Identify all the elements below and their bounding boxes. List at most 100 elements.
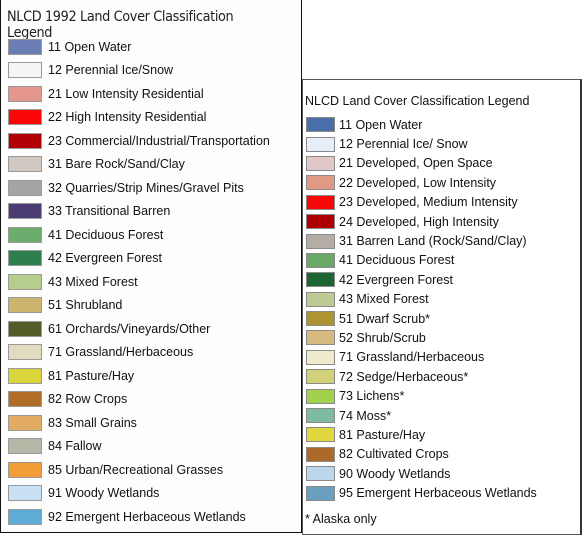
color-swatch [306,155,335,171]
legend-item-label: 82 Cultivated Crops [339,447,449,462]
legend-item: 90 Woody Wetlands [306,464,537,483]
legend-1992-list: 11 Open Water 12 Perennial Ice/Snow 21 Low… [8,35,270,529]
color-swatch [8,38,42,55]
legend-item-label: 51 Dwarf Scrub* [339,311,431,326]
legend-item-label: 42 Evergreen Forest [48,251,162,266]
legend-item-label: 11 Open Water [48,39,132,54]
legend-item: 22 Developed, Low Intensity [306,173,537,192]
legend-item-label: 24 Developed, High Intensity [339,214,499,229]
legend-item: 43 Mixed Forest [306,290,537,309]
legend-item: 71 Grassland/Herbaceous [8,341,270,365]
color-swatch [8,508,42,525]
color-swatch [306,175,335,191]
legend-item-label: 51 Shrubland [48,298,123,313]
legend-item: 82 Row Crops [8,388,270,412]
legend-item-label: 81 Pasture/Hay [339,427,426,442]
color-swatch [8,367,42,384]
legend-item: 42 Evergreen Forest [306,270,537,289]
alaska-footnote: * Alaska only [305,512,377,526]
legend-item: 72 Sedge/Herbaceous* [306,367,537,386]
legend-item: 32 Quarries/Strip Mines/Gravel Pits [8,176,270,200]
legend-item-label: 72 Sedge/Herbaceous* [339,369,469,384]
legend-item: 43 Mixed Forest [8,270,270,294]
legend-item-label: 12 Perennial Ice/Snow [48,63,174,78]
color-swatch [306,272,335,288]
legend-item: 85 Urban/Recreational Grasses [8,458,270,482]
legend-item: 41 Deciduous Forest [306,251,537,270]
color-swatch [306,388,335,404]
legend-item: 81 Pasture/Hay [306,425,537,444]
color-swatch [306,252,335,268]
legend-item-label: 90 Woody Wetlands [339,466,451,481]
legend-item-label: 95 Emergent Herbaceous Wetlands [339,486,537,501]
color-swatch [306,311,335,327]
legend-item: 51 Shrubland [8,294,270,318]
legend-item-label: 71 Grassland/Herbaceous [48,345,194,360]
legend-item: 23 Developed, Medium Intensity [306,193,537,212]
color-swatch [306,117,335,133]
legend-item-label: 91 Woody Wetlands [48,486,160,501]
legend-item: 82 Cultivated Crops [306,445,537,464]
color-swatch [8,485,42,502]
color-swatch [306,291,335,307]
legend-item-label: 43 Mixed Forest [339,292,429,307]
legend-item-label: 84 Fallow [48,439,102,454]
legend-item-label: 71 Grassland/Herbaceous [339,350,485,365]
legend-item: 83 Small Grains [8,411,270,435]
legend-item-label: 61 Orchards/Vineyards/Other [48,321,211,336]
legend-item: 33 Transitional Barren [8,200,270,224]
color-swatch [306,233,335,249]
legend-item-label: 41 Deciduous Forest [339,253,455,268]
legend-item-label: 83 Small Grains [48,415,137,430]
legend-item: 81 Pasture/Hay [8,364,270,388]
legend-item: 23 Commercial/Industrial/Transportation [8,129,270,153]
legend-item: 11 Open Water [8,35,270,59]
color-swatch [306,408,335,424]
legend-item-label: 11 Open Water [339,117,423,132]
legend-item: 12 Perennial Ice/Snow [8,59,270,83]
legend-item: 21 Low Intensity Residential [8,82,270,106]
legend-item: 51 Dwarf Scrub* [306,309,537,328]
legend-item: 31 Barren Land (Rock/Sand/Clay) [306,231,537,250]
legend-item-label: 85 Urban/Recreational Grasses [48,462,224,477]
legend-1992-panel: NLCD 1992 Land Cover Classification Lege… [0,0,302,533]
color-swatch [8,250,42,267]
legend-item-label: 73 Lichens* [339,389,405,404]
legend-item: 74 Moss* [306,406,537,425]
legend-item-label: 32 Quarries/Strip Mines/Gravel Pits [48,180,244,195]
color-swatch [8,344,42,361]
legend-current-title: NLCD Land Cover Classification Legend [305,94,530,108]
legend-item: 21 Developed, Open Space [306,154,537,173]
legend-item-label: 23 Developed, Medium Intensity [339,195,518,210]
color-swatch [8,273,42,290]
legend-item-label: 52 Shrub/Scrub [339,330,426,345]
color-swatch [306,214,335,230]
legend-item: 91 Woody Wetlands [8,482,270,506]
color-swatch [306,369,335,385]
legend-item-label: 92 Emergent Herbaceous Wetlands [48,509,246,524]
color-swatch [8,414,42,431]
color-swatch [8,85,42,102]
legend-item-label: 43 Mixed Forest [48,274,138,289]
legend-item: 71 Grassland/Herbaceous [306,348,537,367]
color-swatch [306,466,335,482]
legend-item-label: 22 High Intensity Residential [48,110,207,125]
legend-item-label: 74 Moss* [339,408,392,423]
legend-item: 84 Fallow [8,435,270,459]
legend-item-label: 22 Developed, Low Intensity [339,175,497,190]
legend-item: 92 Emergent Herbaceous Wetlands [8,505,270,529]
legend-item-label: 31 Barren Land (Rock/Sand/Clay) [339,234,527,249]
color-swatch [306,485,335,501]
color-swatch [8,179,42,196]
color-swatch [8,156,42,173]
legend-item: 42 Evergreen Forest [8,247,270,271]
legend-item: 41 Deciduous Forest [8,223,270,247]
legend-item-label: 21 Developed, Open Space [339,156,493,171]
legend-current-panel: NLCD Land Cover Classification Legend 11… [302,79,582,535]
legend-item-label: 82 Row Crops [48,392,128,407]
color-swatch [8,320,42,337]
legend-item: 24 Developed, High Intensity [306,212,537,231]
color-swatch [8,461,42,478]
legend-item-label: 23 Commercial/Industrial/Transportation [48,133,270,148]
color-swatch [8,62,42,79]
